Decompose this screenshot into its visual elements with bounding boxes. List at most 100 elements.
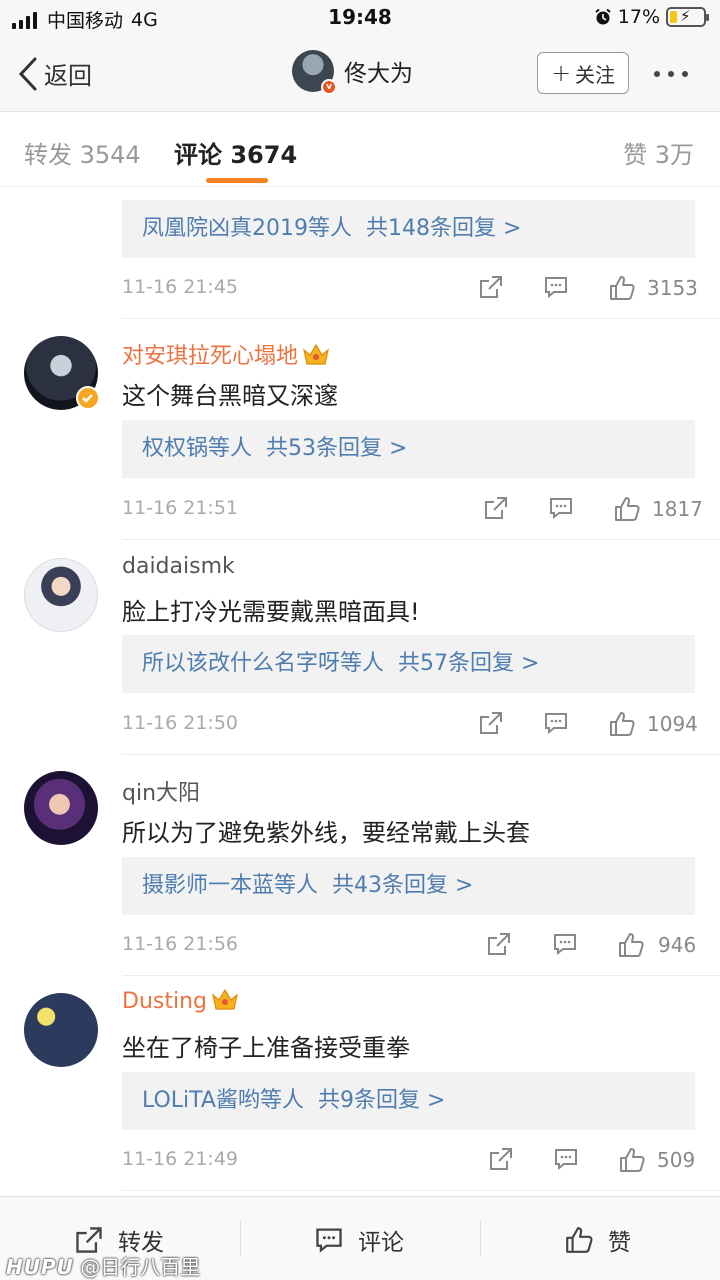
thumbs-up-icon[interactable]: [613, 495, 641, 523]
like-count: 3153: [647, 276, 698, 300]
reply-suffix: 等人: [308, 216, 353, 241]
thumbs-up-icon[interactable]: [617, 931, 645, 959]
tab-bar: 转发 3544 评论 3674 赞 3万: [0, 113, 720, 187]
verified-icon: [76, 386, 100, 410]
reply-suffix: 等人: [340, 651, 385, 676]
comment-meta: 11-16 21:45 3153: [122, 268, 698, 308]
thumbs-up-icon: [566, 1227, 593, 1253]
status-bar: 中国移动 4G 19:48 17% ⚡: [0, 0, 720, 36]
reply-icon[interactable]: [552, 931, 578, 957]
like-count: 1094: [647, 712, 698, 736]
tab-repost[interactable]: 转发 3544: [24, 135, 141, 170]
profile-header[interactable]: v 佟大为: [292, 50, 413, 95]
reply-count[interactable]: 共148条回复 >: [366, 216, 521, 241]
comment-meta: 11-16 21:50 1094: [122, 704, 698, 744]
separator: [480, 1221, 481, 1255]
nav-bar: 返回 v 佟大为 + 关注: [0, 36, 720, 112]
reply-suffix: 等人: [259, 1088, 304, 1113]
divider: [122, 539, 720, 540]
comment-meta: 11-16 21:49 509: [122, 1140, 695, 1180]
like-count: 1817: [652, 497, 703, 521]
replies-summary[interactable]: 所以该改什么名字呀等人 共57条回复 >: [122, 635, 695, 693]
watermark: HUPU @日行八百里: [6, 1251, 200, 1280]
reply-author[interactable]: 凤凰院凶真2019: [142, 216, 308, 241]
like-button[interactable]: 赞: [564, 1223, 631, 1257]
like-label: 赞: [608, 1230, 631, 1256]
thumbs-up-icon[interactable]: [608, 710, 636, 738]
comment-meta: 11-16 21:51 1817: [122, 489, 703, 529]
share-icon[interactable]: [478, 274, 504, 300]
reply-icon[interactable]: [543, 710, 569, 736]
comment-username[interactable]: daidaismk: [122, 554, 235, 579]
thumbs-up-icon[interactable]: [618, 1146, 646, 1174]
avatar[interactable]: [24, 993, 98, 1067]
follow-label: 关注: [575, 62, 616, 87]
reply-suffix: 等人: [208, 436, 253, 461]
reply-icon[interactable]: [543, 274, 569, 300]
comment-button[interactable]: 评论: [314, 1223, 404, 1257]
alarm-icon: [595, 8, 611, 25]
vip-crown-icon: [212, 988, 238, 1010]
reply-author[interactable]: 所以该改什么名字呀: [142, 651, 340, 676]
avatar[interactable]: [24, 558, 98, 632]
comment-icon: [316, 1228, 342, 1253]
reply-count[interactable]: 共9条回复 >: [318, 1088, 445, 1113]
back-label: 返回: [44, 62, 92, 90]
like-count: 509: [657, 1148, 696, 1172]
comment-time: 11-16 21:51: [122, 497, 239, 519]
replies-summary[interactable]: 凤凰院凶真2019等人 共148条回复 >: [122, 200, 695, 258]
tab-like[interactable]: 赞 3万: [623, 135, 694, 170]
comment-username[interactable]: 对安琪拉死心塌地: [122, 338, 330, 370]
comment-text: 脸上打冷光需要戴黑暗面具!: [122, 598, 420, 626]
reply-author[interactable]: LOLiTA酱哟: [142, 1088, 260, 1113]
reply-icon[interactable]: [548, 495, 574, 521]
like-count: 946: [658, 933, 697, 957]
reply-suffix: 等人: [274, 873, 319, 898]
comment-time: 11-16 21:45: [122, 276, 239, 298]
comment-text: 所以为了避免紫外线，要经常戴上头套: [122, 819, 530, 847]
plus-icon: +: [550, 59, 572, 87]
avatar[interactable]: v: [292, 50, 337, 95]
tab-comment[interactable]: 评论 3674: [174, 135, 297, 170]
comment-label: 评论: [358, 1230, 404, 1256]
reply-count[interactable]: 共43条回复 >: [332, 873, 473, 898]
comment-username[interactable]: Dusting: [122, 987, 239, 1014]
chevron-left-icon: [18, 57, 37, 90]
divider: [122, 318, 720, 319]
more-options-icon[interactable]: [654, 71, 688, 77]
watermark-brand: HUPU: [6, 1255, 74, 1279]
comment-list[interactable]: 凤凰院凶真2019等人 共148条回复 > 11-16 21:45 3153 对…: [0, 188, 720, 1196]
reply-count[interactable]: 共53条回复 >: [266, 436, 407, 461]
verified-icon: v: [321, 79, 337, 95]
comment-username[interactable]: qin大阳: [122, 775, 200, 807]
share-icon[interactable]: [488, 1146, 514, 1172]
comment-time: 11-16 21:56: [122, 933, 239, 955]
reply-count[interactable]: 共57条回复 >: [398, 651, 539, 676]
comment-meta: 11-16 21:56 946: [122, 925, 697, 965]
avatar[interactable]: [24, 771, 98, 845]
battery-icon: ⚡: [666, 7, 709, 27]
vip-crown-icon: [303, 343, 329, 365]
share-icon[interactable]: [483, 495, 509, 521]
comment-time: 11-16 21:50: [122, 712, 239, 734]
replies-summary[interactable]: 权权锅等人 共53条回复 >: [122, 420, 695, 478]
share-icon[interactable]: [478, 710, 504, 736]
replies-summary[interactable]: LOLiTA酱哟等人 共9条回复 >: [122, 1072, 695, 1130]
comment-text: 坐在了椅子上准备接受重拳: [122, 1034, 410, 1062]
profile-name: 佟大为: [344, 61, 413, 87]
reply-author[interactable]: 权权锅: [142, 436, 208, 461]
back-button[interactable]: 返回: [18, 56, 92, 91]
divider: [122, 754, 720, 755]
battery-percent: 17%: [617, 6, 660, 28]
thumbs-up-icon[interactable]: [608, 274, 636, 302]
reply-icon[interactable]: [553, 1146, 579, 1172]
separator: [240, 1221, 241, 1255]
replies-summary[interactable]: 摄影师一本蓝等人 共43条回复 >: [122, 857, 695, 915]
comment-text: 这个舞台黑暗又深邃: [122, 382, 338, 410]
divider: [122, 975, 720, 976]
comment-time: 11-16 21:49: [122, 1148, 239, 1170]
active-tab-indicator: [206, 178, 268, 183]
share-icon[interactable]: [486, 931, 512, 957]
follow-button[interactable]: + 关注: [537, 52, 629, 94]
reply-author[interactable]: 摄影师一本蓝: [142, 873, 274, 898]
